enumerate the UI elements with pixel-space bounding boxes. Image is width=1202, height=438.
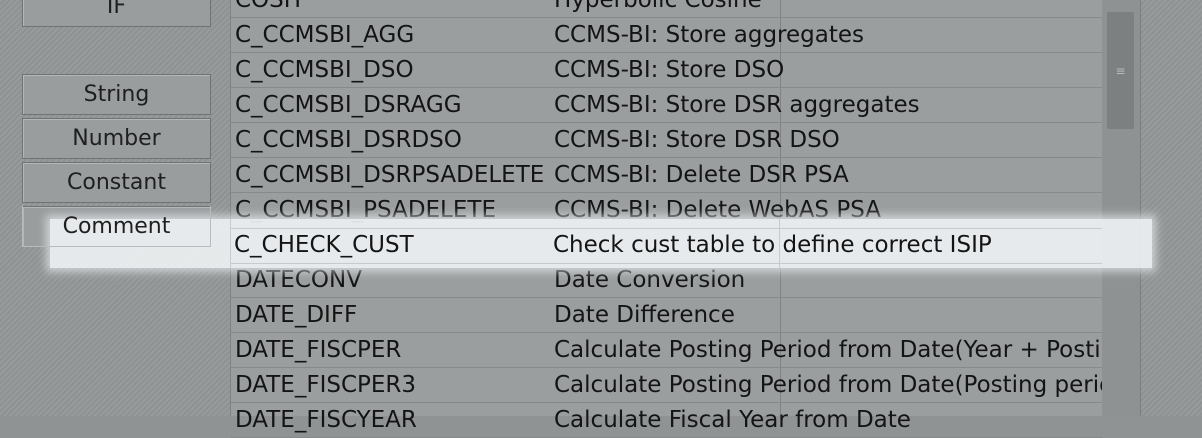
function-name-cell: C_CCMSBI_DSRDSO <box>235 127 462 153</box>
table-row[interactable]: COSH Hyperbolic Cosine <box>231 0 1103 18</box>
function-name-cell: DATE_FISCYEAR <box>235 407 417 433</box>
function-description-cell: CCMS-BI: Store DSR aggregates <box>554 92 920 118</box>
number-button[interactable]: Number <box>22 118 211 159</box>
function-description-cell: CCMS-BI: Store DSR DSO <box>554 127 840 153</box>
string-button[interactable]: String <box>22 74 211 115</box>
function-description-cell: Calculate Fiscal Year from Date <box>554 407 911 433</box>
function-name-cell: C_CCMSBI_DSRAGG <box>235 92 462 118</box>
table-row[interactable]: C_CCMSBI_DSO CCMS-BI: Store DSO <box>231 53 1103 88</box>
function-description-cell: CCMS-BI: Store DSO <box>554 57 785 83</box>
function-description-cell: Calculate Posting Period from Date(Year … <box>554 337 1103 363</box>
grip-icon: ≡ <box>1115 63 1126 78</box>
function-description-cell: CCMS-BI: Delete DSR PSA <box>554 162 849 188</box>
if-button[interactable]: IF <box>22 0 211 27</box>
function-description-cell: CCMS-BI: Store aggregates <box>554 22 865 48</box>
constant-button[interactable]: Constant <box>22 162 211 203</box>
function-name-cell: DATE_DIFF <box>235 302 358 328</box>
table-row[interactable]: DATE_FISCYEAR Calculate Fiscal Year from… <box>231 403 1103 438</box>
function-name-cell: COSH <box>235 0 302 13</box>
table-row[interactable]: DATE_FISCPER3 Calculate Posting Period f… <box>231 368 1103 403</box>
function-name-cell: C_CCMSBI_AGG <box>235 22 415 48</box>
function-description-cell: Date Difference <box>554 302 735 328</box>
table-row[interactable]: DATE_FISCPER Calculate Posting Period fr… <box>231 333 1103 368</box>
function-description-cell: Date Conversion <box>554 267 746 293</box>
function-name-cell: DATE_FISCPER <box>235 337 402 363</box>
scrollbar-thumb[interactable]: ≡ <box>1107 12 1134 129</box>
highlight-band <box>50 219 1152 268</box>
function-list-table: COSH Hyperbolic Cosine C_CCMSBI_AGG CCMS… <box>230 0 1103 438</box>
function-description-cell: Calculate Posting Period from Date(Posti… <box>554 372 1103 398</box>
function-name-cell: DATECONV <box>235 267 362 293</box>
table-row[interactable]: DATE_DIFF Date Difference <box>231 298 1103 333</box>
table-row[interactable]: C_CCMSBI_AGG CCMS-BI: Store aggregates <box>231 18 1103 53</box>
function-description-cell: Hyperbolic Cosine <box>554 0 762 13</box>
function-name-cell: C_CCMSBI_DSO <box>235 57 414 83</box>
table-row[interactable]: C_CCMSBI_DSRPSADELETE CCMS-BI: Delete DS… <box>231 158 1103 193</box>
function-name-cell: DATE_FISCPER3 <box>235 372 417 398</box>
table-row[interactable]: C_CCMSBI_DSRAGG CCMS-BI: Store DSR aggre… <box>231 88 1103 123</box>
table-row[interactable]: DATECONV Date Conversion <box>231 263 1103 298</box>
table-row[interactable]: C_CCMSBI_DSRDSO CCMS-BI: Store DSR DSO <box>231 123 1103 158</box>
function-name-cell: C_CCMSBI_DSRPSADELETE <box>235 162 545 188</box>
